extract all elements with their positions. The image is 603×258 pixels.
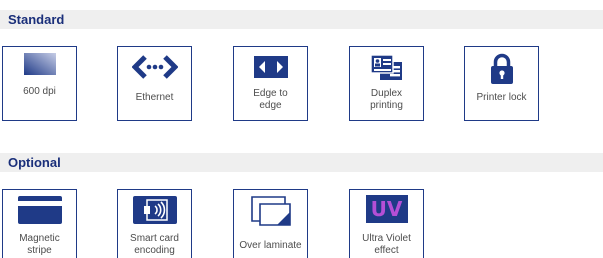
standard-section-header: Standard [0,10,603,29]
uv-icon: UV [365,195,408,223]
feature-label-edge-to-edge: Edge to edge [253,88,288,111]
feature-card-over-laminate: Over laminate [233,189,308,258]
feature-card-edge-to-edge: Edge to edge [233,46,308,121]
feature-label-600-dpi: 600 dpi [23,86,56,97]
feature-card-printer-lock: Printer lock [464,46,539,121]
edge-arrows-icon [253,56,288,78]
feature-label-duplex-printing: Duplex printing [370,88,403,111]
feature-card-600-dpi: 600 dpi [2,46,77,121]
laminate-sheet-icon [250,196,291,226]
feature-label-smart-card-encoding: Smart card encoding [130,233,179,256]
contactless-card-icon [132,196,177,224]
section-title-optional: Optional [8,155,61,170]
magnetic-stripe-card-icon [17,196,62,224]
feature-card-duplex-printing: Duplex printing [349,46,424,121]
feature-label-over-laminate: Over laminate [239,240,302,251]
feature-label-printer-lock: Printer lock [476,92,527,103]
feature-label-ultra-violet-effect: Ultra Violet effect [362,233,411,256]
network-arrows-icon [131,55,178,79]
feature-label-ethernet: Ethernet [135,92,174,103]
section-title-standard: Standard [8,12,65,27]
uv-icon-text: UV [370,197,403,221]
feature-card-magnetic-stripe: Magnetic stripe [2,189,77,258]
padlock-icon [490,53,513,84]
gradient-card-icon [23,53,56,75]
feature-label-magnetic-stripe: Magnetic stripe [19,233,60,256]
feature-card-ethernet: Ethernet [117,46,192,121]
feature-card-smart-card-encoding: Smart card encoding [117,189,192,258]
duplex-cards-icon [369,54,402,80]
feature-card-ultra-violet-effect: UV Ultra Violet effect [349,189,424,258]
optional-section-header: Optional [0,153,603,172]
